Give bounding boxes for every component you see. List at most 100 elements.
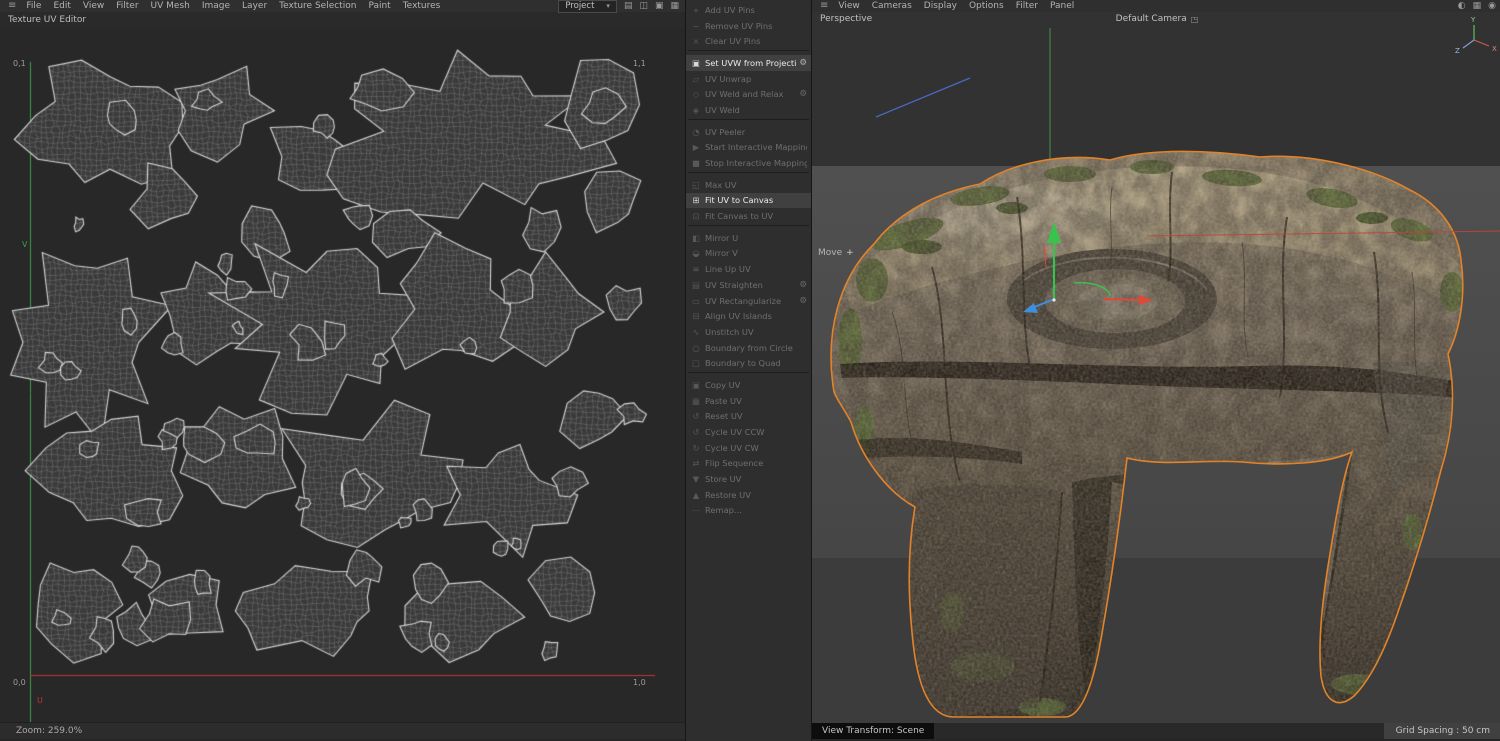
uv-weld-icon: ◈: [692, 104, 700, 115]
uv-peeler-icon: ◔: [692, 126, 700, 137]
gizmo-x-axis[interactable]: [1103, 298, 1143, 301]
uv-straighten-icon: ▤: [692, 279, 700, 290]
set-uvw-projection-icon: ▣: [692, 57, 700, 68]
command-group-separator: [688, 224, 809, 229]
command-mirror-v[interactable]: ◒ Mirror V: [686, 246, 811, 262]
command-boundary-from-circle[interactable]: ○ Boundary from Circle: [686, 340, 811, 356]
gear-icon[interactable]: ⚙: [799, 89, 807, 99]
command-flip-sequence[interactable]: ⇄ Flip Sequence: [686, 456, 811, 472]
command-unstitch-uv[interactable]: ∿ Unstitch UV: [686, 324, 811, 340]
command-paste-uv[interactable]: ▦ Paste UV: [686, 393, 811, 409]
target-icon[interactable]: ◉: [1488, 0, 1496, 12]
gear-icon[interactable]: ⚙: [799, 296, 807, 306]
start-interactive-mapping-icon: ▶: [692, 142, 700, 153]
view-transform-chip[interactable]: View Transform: Scene: [812, 723, 935, 739]
menu-file[interactable]: File: [20, 0, 47, 12]
command-label: Boundary to Quad: [705, 358, 781, 369]
menu-hamburger-icon[interactable]: ≡: [4, 0, 20, 12]
menu-filter[interactable]: Filter: [1010, 0, 1044, 12]
command-add-uv-pins[interactable]: + Add UV Pins: [686, 2, 811, 18]
menu-edit[interactable]: Edit: [47, 0, 76, 12]
command-boundary-to-quad[interactable]: □ Boundary to Quad: [686, 355, 811, 371]
gear-icon[interactable]: ⚙: [799, 280, 807, 290]
rock-model[interactable]: [812, 142, 1500, 723]
command-cycle-uv-ccw[interactable]: ↺ Cycle UV CCW: [686, 424, 811, 440]
command-group-separator: [688, 118, 809, 123]
gizmo-center[interactable]: [1052, 298, 1056, 302]
command-fit-canvas-to-uv[interactable]: ⊡ Fit Canvas to UV: [686, 208, 811, 224]
viewport-menus: View Cameras Display Options Filter Panel: [832, 0, 1080, 12]
active-camera-label[interactable]: Default Camera ◳: [1116, 14, 1199, 24]
command-label: UV Peeler: [705, 126, 746, 137]
uv-corner-bottom-right: 1,0: [633, 678, 646, 687]
mini-z-label: Z: [1455, 47, 1460, 55]
menu-panel[interactable]: Panel: [1044, 0, 1080, 12]
command-label: Flip Sequence: [705, 458, 764, 469]
command-restore-uv[interactable]: ▲ Restore UV: [686, 487, 811, 503]
menu-layer[interactable]: Layer: [236, 0, 273, 12]
menu-paint[interactable]: Paint: [362, 0, 396, 12]
viewport-menubar-right: ◐ ▦ ◉: [1458, 0, 1498, 12]
menu-uv-mesh[interactable]: UV Mesh: [145, 0, 196, 12]
project-dropdown-label: Project: [565, 1, 595, 11]
menu-filter[interactable]: Filter: [110, 0, 144, 12]
command-remap[interactable]: ⋯ Remap...: [686, 503, 811, 519]
command-label: UV Straighten: [705, 279, 763, 290]
command-uv-unwrap[interactable]: ▱ UV Unwrap: [686, 71, 811, 87]
command-fit-uv-to-canvas[interactable]: ⊞ Fit UV to Canvas: [686, 192, 811, 209]
menu-view[interactable]: View: [77, 0, 110, 12]
command-mirror-u[interactable]: ◧ Mirror U: [686, 230, 811, 246]
menu-image[interactable]: Image: [196, 0, 236, 12]
view-mode-label[interactable]: Perspective: [820, 14, 872, 24]
command-clear-uv-pins[interactable]: × Clear UV Pins: [686, 33, 811, 49]
remove-uv-pins-icon: −: [692, 20, 700, 31]
menu-hamburger-icon[interactable]: ≡: [816, 0, 832, 12]
command-copy-uv[interactable]: ▣ Copy UV: [686, 377, 811, 393]
command-uv-weld-and-relax[interactable]: ◇ UV Weld and Relax ⚙: [686, 86, 811, 102]
command-uv-peeler[interactable]: ◔ UV Peeler: [686, 124, 811, 140]
menu-display[interactable]: Display: [918, 0, 963, 12]
active-tool-hint: Move +: [818, 248, 854, 258]
store-uv-icon: ▼: [692, 474, 700, 485]
gear-icon[interactable]: ⚙: [799, 58, 807, 68]
rock-texture: [831, 151, 1463, 717]
command-store-uv[interactable]: ▼ Store UV: [686, 471, 811, 487]
uv-wireframe-canvas[interactable]: [0, 28, 685, 723]
command-max-uv[interactable]: ◱ Max UV: [686, 177, 811, 193]
command-set-uvw-from-projection[interactable]: ▣ Set UVW from Projection ⚙: [686, 55, 811, 71]
uv-editor-panel: ≡ File Edit View Filter UV Mesh Image Layer Tex…: [0, 0, 685, 739]
grid-icon[interactable]: ▦: [1473, 0, 1482, 12]
command-stop-interactive-mapping[interactable]: ■ Stop Interactive Mapping: [686, 155, 811, 171]
project-dropdown[interactable]: Project ▾: [558, 0, 617, 13]
menu-texture-selection[interactable]: Texture Selection: [273, 0, 362, 12]
uv-corner-top-right: 1,1: [633, 59, 646, 68]
command-uv-straighten[interactable]: ▤ UV Straighten ⚙: [686, 277, 811, 293]
menu-view[interactable]: View: [832, 0, 865, 12]
compare-icon[interactable]: ◫: [639, 0, 648, 12]
command-align-uv-islands[interactable]: ⊟ Align UV Islands: [686, 308, 811, 324]
command-reset-uv[interactable]: ↺ Reset UV: [686, 409, 811, 425]
mini-x-axis: [1473, 39, 1490, 47]
uv-canvas-area[interactable]: 0,1 1,1 0,0 1,0 U V: [0, 28, 685, 723]
viewport-canvas[interactable]: Y X Z Perspective Default Camera ◳ Move …: [812, 12, 1500, 739]
menu-options[interactable]: Options: [963, 0, 1010, 12]
restore-uv-icon: ▲: [692, 489, 700, 500]
paste-uv-icon: ▦: [692, 395, 700, 406]
command-remove-uv-pins[interactable]: − Remove UV Pins: [686, 18, 811, 34]
scene-svg[interactable]: Y X Z: [812, 12, 1500, 723]
menu-cameras[interactable]: Cameras: [866, 0, 918, 12]
menu-textures[interactable]: Textures: [397, 0, 447, 12]
grid-icon[interactable]: ▦: [670, 0, 679, 12]
shading-icon[interactable]: ◐: [1458, 0, 1466, 12]
command-label: Mirror V: [705, 248, 738, 259]
command-uv-weld[interactable]: ◈ UV Weld: [686, 102, 811, 118]
command-line-up-uv[interactable]: ≡ Line Up UV: [686, 261, 811, 277]
command-label: UV Weld: [705, 104, 740, 115]
command-uv-rectangularize[interactable]: ▭ UV Rectangularize ⚙: [686, 293, 811, 309]
clear-uv-pins-icon: ×: [692, 36, 700, 47]
lock-icon[interactable]: ▣: [655, 0, 664, 12]
command-label: Set UVW from Projection: [705, 57, 798, 68]
command-start-interactive-mapping[interactable]: ▶ Start Interactive Mapping: [686, 140, 811, 156]
histogram-icon[interactable]: ▤: [624, 0, 633, 12]
command-cycle-uv-cw[interactable]: ↻ Cycle UV CW: [686, 440, 811, 456]
